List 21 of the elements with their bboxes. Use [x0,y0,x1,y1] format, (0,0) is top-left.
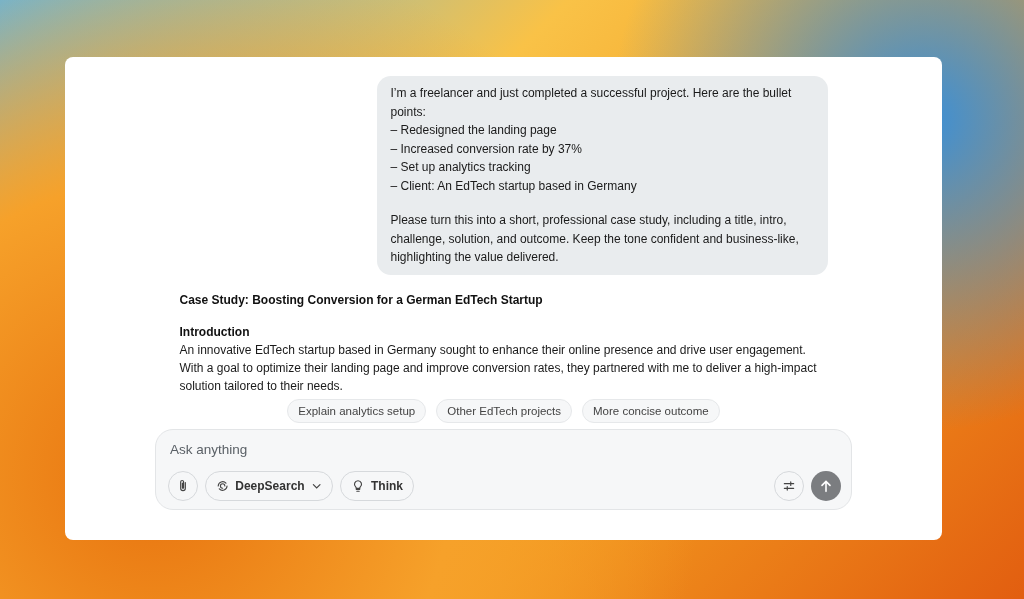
bullet-text: – Redesigned the landing page [390,122,558,139]
think-button[interactable]: Think [340,470,414,501]
attach-button[interactable] [168,470,198,501]
settings-button[interactable] [774,470,804,501]
section-text: An innovative EdTech startup based in Germany sought to enhance their online presence and drive user engagement. With a goal to optimize their landing page and improve conversion rates, they partnered with me to deliver a high-impact solution tailored to their needs. [179,341,818,395]
lightbulb-icon [351,478,365,493]
message-text: I’m a freelancer and just completed a successful project. Here are the bullet points: [390,85,793,121]
sliders-icon [782,478,796,493]
bullet-text: – Set up analytics tracking [390,159,532,176]
suggestion-chip[interactable]: Explain analytics setup [287,398,427,423]
message-composer[interactable]: Ask anything DeepSearch Think [155,428,852,510]
bullet-text: – Client: An EdTech startup based in Germany [390,177,638,195]
swirl-icon [216,478,230,493]
section-heading: Introduction [179,323,251,341]
send-button[interactable] [811,470,841,501]
suggestion-chip[interactable]: More concise outcome [582,398,720,423]
response-title: Case Study: Boosting Conversion for a German EdTech Startup [179,291,544,309]
bullet-text: – Increased conversion rate by 37% [390,140,583,158]
mode-dropdown[interactable]: DeepSearch [205,470,333,501]
suggestion-chip[interactable]: Other EdTech projects [436,398,573,423]
message-text: Please turn this into a short, professional case study, including a title, intro, challenge, solution, and outcome. Keep the tone confident and business-like, highlighting the value delivered. [390,212,800,266]
